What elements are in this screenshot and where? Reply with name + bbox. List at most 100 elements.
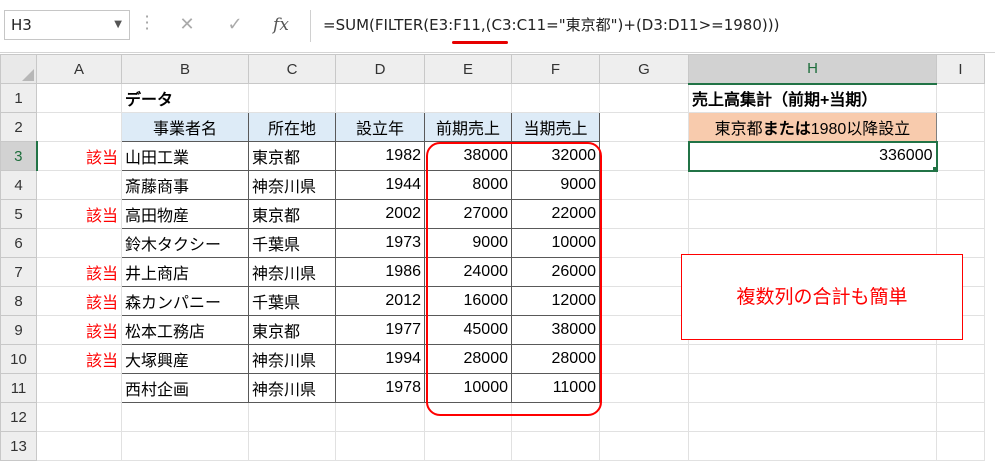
enter-icon[interactable]: ✓ (220, 12, 250, 38)
row-header-9[interactable]: 9 (0, 315, 37, 345)
fill-handle[interactable] (931, 165, 935, 169)
cell[interactable] (511, 402, 600, 432)
cell[interactable] (936, 344, 985, 374)
cell[interactable] (599, 83, 689, 113)
row-header-5[interactable]: 5 (0, 199, 37, 229)
record-prev[interactable]: 28000 (424, 344, 512, 374)
record-year[interactable]: 1982 (335, 141, 425, 171)
record-name[interactable]: 大塚興産 (121, 344, 249, 374)
cell[interactable] (121, 402, 249, 432)
cell[interactable] (599, 402, 689, 432)
cell[interactable] (36, 431, 122, 461)
cell[interactable] (36, 402, 122, 432)
record-name[interactable]: 松本工務店 (121, 315, 249, 345)
column-header-e[interactable]: E (424, 54, 512, 84)
record-name[interactable]: 高田物産 (121, 199, 249, 229)
cell[interactable] (599, 286, 689, 316)
header-cell-location[interactable]: 所在地 (248, 112, 336, 142)
insert-function-button[interactable]: fx (266, 12, 296, 38)
table-title[interactable]: データ (121, 83, 249, 113)
cell[interactable] (936, 402, 985, 432)
row-header-6[interactable]: 6 (0, 228, 37, 258)
row-header-13[interactable]: 13 (0, 431, 37, 461)
row-header-3[interactable]: 3 (0, 141, 38, 171)
record-curr[interactable]: 11000 (511, 373, 600, 403)
summary-condition[interactable]: 東京都または1980以降設立 (688, 112, 937, 142)
cell[interactable] (335, 402, 425, 432)
record-curr[interactable]: 32000 (511, 141, 600, 171)
cell[interactable] (424, 402, 512, 432)
record-curr[interactable]: 28000 (511, 344, 600, 374)
record-curr[interactable]: 26000 (511, 257, 600, 287)
cell[interactable] (121, 431, 249, 461)
cell[interactable] (936, 373, 985, 403)
summary-title[interactable]: 売上高集計（前期+当期） (688, 83, 937, 113)
record-year[interactable]: 1973 (335, 228, 425, 258)
column-header-f[interactable]: F (511, 54, 600, 84)
cell[interactable] (936, 199, 985, 229)
cell[interactable] (248, 83, 336, 113)
record-curr[interactable]: 22000 (511, 199, 600, 229)
column-header-a[interactable]: A (36, 54, 122, 84)
match-flag[interactable]: 該当 (36, 344, 122, 374)
cell[interactable] (936, 83, 985, 113)
row-header-12[interactable]: 12 (0, 402, 37, 432)
cell[interactable] (936, 112, 985, 142)
record-prev[interactable]: 27000 (424, 199, 512, 229)
cell[interactable] (511, 431, 600, 461)
cell[interactable] (599, 228, 689, 258)
header-cell-name[interactable]: 事業者名 (121, 112, 249, 142)
record-name[interactable]: 鈴木タクシー (121, 228, 249, 258)
column-header-i[interactable]: I (936, 54, 985, 84)
cell[interactable] (424, 83, 512, 113)
cell[interactable] (936, 170, 985, 200)
cell[interactable] (335, 431, 425, 461)
record-location[interactable]: 東京都 (248, 315, 336, 345)
cell[interactable] (599, 344, 689, 374)
record-location[interactable]: 千葉県 (248, 228, 336, 258)
record-name[interactable]: 西村企画 (121, 373, 249, 403)
column-header-c[interactable]: C (248, 54, 336, 84)
column-header-g[interactable]: G (599, 54, 689, 84)
record-prev[interactable]: 24000 (424, 257, 512, 287)
record-location[interactable]: 神奈川県 (248, 257, 336, 287)
record-curr[interactable]: 9000 (511, 170, 600, 200)
match-flag[interactable]: 該当 (36, 315, 122, 345)
record-year[interactable]: 1977 (335, 315, 425, 345)
record-location[interactable]: 神奈川県 (248, 373, 336, 403)
record-prev[interactable]: 45000 (424, 315, 512, 345)
record-location[interactable]: 東京都 (248, 141, 336, 171)
record-name[interactable]: 山田工業 (121, 141, 249, 171)
cell[interactable] (688, 431, 937, 461)
record-year[interactable]: 1994 (335, 344, 425, 374)
row-header-11[interactable]: 11 (0, 373, 37, 403)
cell[interactable] (688, 170, 937, 200)
cell[interactable] (688, 373, 937, 403)
record-year[interactable]: 1944 (335, 170, 425, 200)
cell[interactable] (248, 402, 336, 432)
row-header-7[interactable]: 7 (0, 257, 37, 287)
record-prev[interactable]: 8000 (424, 170, 512, 200)
header-cell-curr[interactable]: 当期売上 (511, 112, 600, 142)
result-cell[interactable]: 336000 (687, 140, 938, 172)
cell[interactable] (936, 141, 985, 171)
record-curr[interactable]: 10000 (511, 228, 600, 258)
record-location[interactable]: 神奈川県 (248, 344, 336, 374)
row-header-8[interactable]: 8 (0, 286, 37, 316)
record-year[interactable]: 1986 (335, 257, 425, 287)
match-flag[interactable] (36, 170, 122, 200)
row-header-1[interactable]: 1 (0, 83, 37, 113)
header-cell-prev[interactable]: 前期売上 (424, 112, 512, 142)
cell[interactable] (599, 141, 689, 171)
column-header-b[interactable]: B (121, 54, 249, 84)
record-prev[interactable]: 9000 (424, 228, 512, 258)
record-name[interactable]: 井上商店 (121, 257, 249, 287)
record-name[interactable]: 斎藤商事 (121, 170, 249, 200)
record-year[interactable]: 2012 (335, 286, 425, 316)
cell[interactable] (688, 402, 937, 432)
cell[interactable] (36, 83, 122, 113)
cell[interactable] (936, 431, 985, 461)
match-flag[interactable] (36, 228, 122, 258)
cell[interactable] (248, 431, 336, 461)
record-location[interactable]: 千葉県 (248, 286, 336, 316)
